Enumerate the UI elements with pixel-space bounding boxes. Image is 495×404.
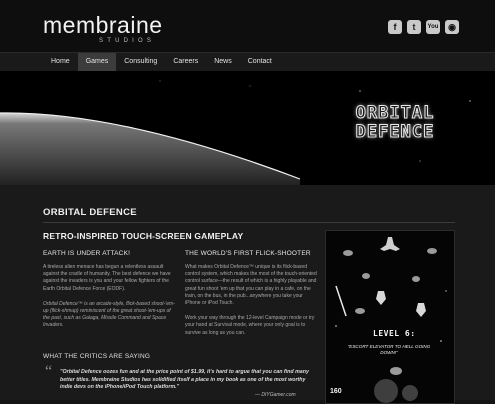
main-content: ORBITAL DEFENCE RETRO-INSPIRED TOUCH-SCR…: [0, 185, 495, 404]
paragraph: Orbital Defence™ is an arcade-style, fli…: [43, 300, 175, 329]
banner-title-line2: DEFENCE: [355, 122, 435, 142]
site-header: membraine STUDIOS f t You ◉: [0, 0, 495, 52]
nav-news[interactable]: News: [206, 53, 240, 71]
nav-home[interactable]: Home: [43, 53, 78, 71]
main-nav: Home Games Consulting Careers News Conta…: [0, 52, 495, 72]
nav-contact[interactable]: Contact: [240, 53, 280, 71]
social-links: f t You ◉: [383, 20, 459, 34]
twitter-icon[interactable]: t: [407, 20, 421, 34]
column-flick: THE WORLD'S FIRST FLICK-SHOOTER What mak…: [185, 250, 318, 345]
quote-attribution: — DIYGamer.com: [255, 392, 296, 398]
page-subtitle: RETRO-INSPIRED TOUCH-SCREEN GAMEPLAY: [43, 231, 244, 241]
nav-consulting[interactable]: Consulting: [116, 53, 165, 71]
paragraph: What makes Orbital Defence™ unique is it…: [185, 264, 317, 307]
quote-mark-icon: “: [45, 363, 53, 380]
critics-heading: WHAT THE CRITICS ARE SAYING: [43, 353, 151, 360]
banner-title: ORBITAL DEFENCE: [330, 103, 460, 142]
facebook-icon[interactable]: f: [388, 20, 402, 34]
logo[interactable]: membraine STUDIOS: [43, 12, 163, 45]
mission-text: "ESCORT ELEVATOR TO HELL GOING DOWN!": [347, 344, 431, 355]
youtube-icon[interactable]: You: [426, 20, 440, 34]
column-heading: THE WORLD'S FIRST FLICK-SHOOTER: [185, 250, 311, 257]
page-title: ORBITAL DEFENCE: [43, 207, 137, 218]
logo-subtitle: STUDIOS: [99, 38, 156, 44]
nav-games[interactable]: Games: [77, 53, 117, 71]
game-screenshot[interactable]: LEVEL 6: "ESCORT ELEVATOR TO HELL GOING …: [325, 230, 455, 404]
column-earth: EARTH IS UNDER ATTACK! A tireless alien …: [43, 250, 176, 338]
hero-banner: ORBITAL DEFENCE: [0, 71, 495, 185]
banner-title-line1: ORBITAL: [355, 103, 435, 123]
hud-score: 160: [330, 388, 342, 395]
critic-quote: "Orbital Defence oozes fun and at the pr…: [60, 369, 309, 391]
title-divider: [43, 222, 455, 223]
rss-icon[interactable]: ◉: [445, 20, 459, 34]
level-label: LEVEL 6:: [373, 329, 416, 338]
nav-careers[interactable]: Careers: [165, 53, 206, 71]
column-heading: EARTH IS UNDER ATTACK!: [43, 250, 131, 257]
paragraph: A tireless alien menace has begun a rele…: [43, 264, 171, 292]
logo-wordmark: membraine: [43, 12, 163, 38]
paragraph: Work your way through the 12-level Campa…: [185, 315, 315, 336]
game-artwork: [326, 231, 454, 403]
